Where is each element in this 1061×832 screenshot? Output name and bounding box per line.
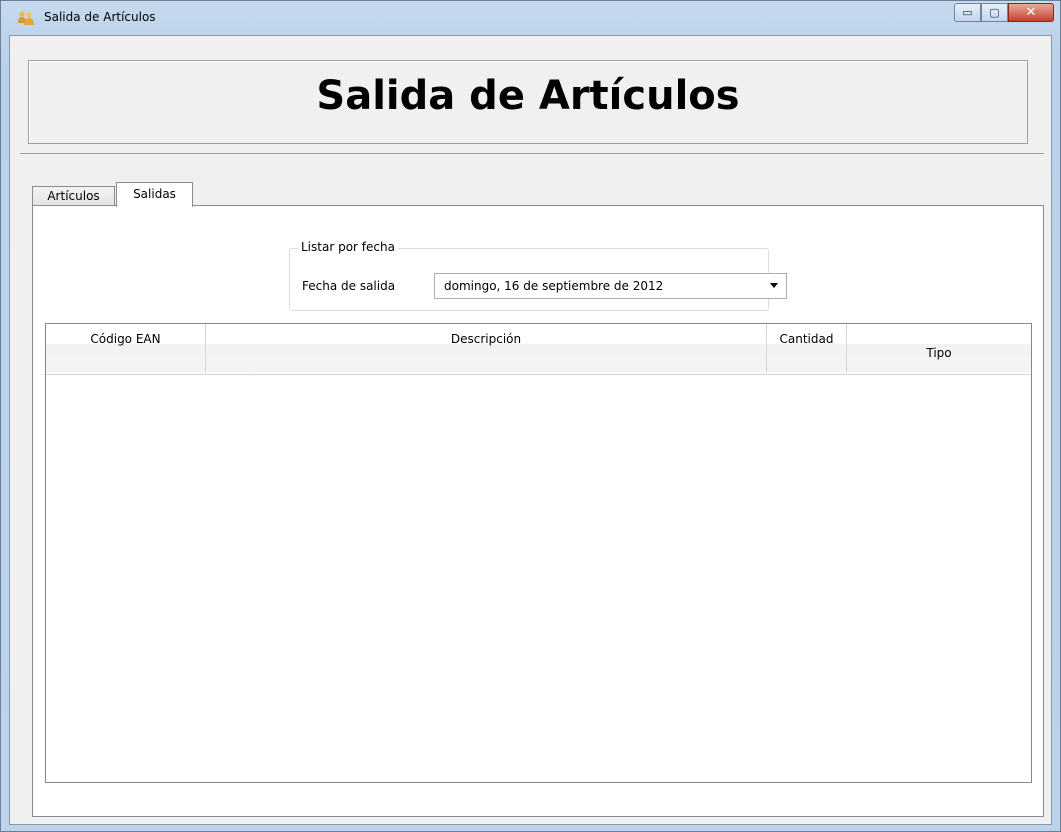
close-button[interactable]: ✕ [1008, 3, 1054, 22]
close-icon: ✕ [1025, 5, 1037, 20]
users-icon [18, 11, 34, 25]
data-grid[interactable]: Código EAN Descripción Cantidad Tipo [45, 323, 1032, 783]
tab-page-salidas: Listar por fecha Fecha de salida domingo… [32, 205, 1044, 817]
column-label: Cantidad [779, 332, 834, 346]
window-title: Salida de Artículos [44, 10, 156, 24]
grid-header: Código EAN Descripción Cantidad Tipo [46, 324, 1031, 375]
column-header-tipo[interactable]: Tipo [847, 324, 1031, 373]
column-label: Tipo [926, 346, 952, 360]
minimize-icon: ▭ [962, 6, 973, 19]
tab-salidas[interactable]: Salidas [116, 182, 193, 207]
window-controls: ▭ ▢ ✕ [954, 3, 1054, 22]
maximize-icon: ▢ [989, 6, 1000, 19]
column-header-codigo-ean[interactable]: Código EAN [46, 324, 206, 373]
client-area: Salida de Artículos Artículos Salidas Li… [9, 35, 1052, 825]
column-header-descripcion[interactable]: Descripción [206, 324, 767, 373]
maximize-button[interactable]: ▢ [981, 3, 1008, 22]
column-label: Código EAN [90, 332, 161, 346]
column-label: Descripción [450, 332, 522, 346]
date-value: domingo, 16 de septiembre de 2012 [444, 279, 664, 293]
page-title: Salida de Artículos [316, 73, 740, 119]
minimize-button[interactable]: ▭ [954, 3, 981, 22]
title-bar[interactable]: Salida de Artículos ▭ ▢ ✕ [1, 1, 1060, 35]
app-window: Salida de Artículos ▭ ▢ ✕ Salida de Artí… [0, 0, 1061, 832]
date-label: Fecha de salida [302, 279, 396, 293]
tab-articulos[interactable]: Artículos [32, 186, 115, 206]
header-panel: Salida de Artículos [28, 60, 1028, 144]
group-label: Listar por fecha [298, 240, 398, 254]
date-picker[interactable]: domingo, 16 de septiembre de 2012 [434, 273, 787, 299]
date-filter-group: Listar por fecha Fecha de salida domingo… [289, 240, 787, 311]
column-header-cantidad[interactable]: Cantidad [767, 324, 847, 373]
chevron-down-icon[interactable] [770, 283, 778, 288]
